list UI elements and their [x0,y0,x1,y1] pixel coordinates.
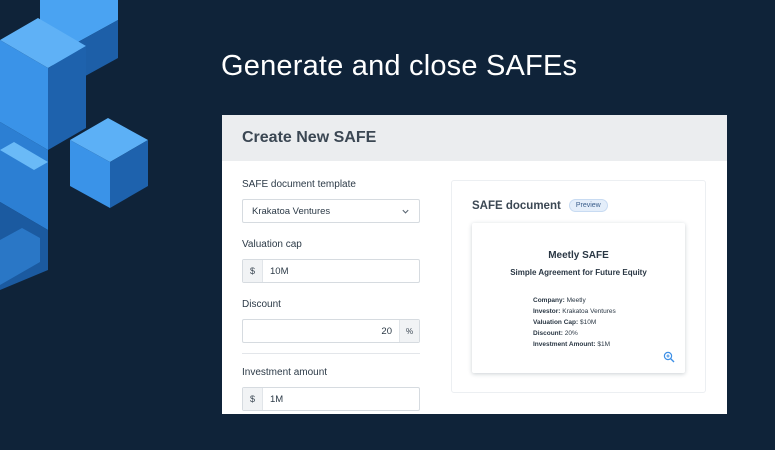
investment-amount-input[interactable]: $ 1M [242,387,420,411]
currency-prefix: $ [243,260,263,282]
form-divider [242,353,420,354]
document-subtitle: Simple Agreement for Future Equity [510,268,647,277]
document-panel: SAFE document Preview Meetly SAFE Simple… [451,180,706,393]
template-group: SAFE document template Krakatoa Ventures [242,179,420,223]
document-field: Investment Amount: $1M [533,341,611,348]
currency-prefix: $ [243,388,263,410]
document-field: Company: Meetly [533,297,586,304]
investment-label: Investment amount [242,367,328,378]
zoom-in-icon[interactable] [663,351,675,363]
create-safe-card: Create New SAFE SAFE document template K… [222,115,727,414]
template-select[interactable]: Krakatoa Ventures [242,199,420,223]
valuation-group: Valuation cap $ 10M [242,239,420,283]
template-selected-value: Krakatoa Ventures [252,205,331,217]
document-name: Meetly SAFE [548,250,609,261]
card-header: Create New SAFE [222,115,727,161]
discount-group: Discount 20 % [242,299,420,343]
document-title: SAFE document [472,199,561,212]
document-preview[interactable]: Meetly SAFE Simple Agreement for Future … [472,223,685,373]
percent-suffix: % [399,320,419,342]
discount-value[interactable]: 20 [243,320,399,342]
card-title: Create New SAFE [242,129,377,146]
cube-decoration [0,0,148,290]
valuation-cap-input[interactable]: $ 10M [242,259,420,283]
document-field: Valuation Cap: $10M [533,319,597,326]
document-field: Investor: Krakatoa Ventures [533,308,616,315]
chevron-down-icon [402,209,409,214]
safe-form: SAFE document template Krakatoa Ventures… [242,179,420,427]
discount-input[interactable]: 20 % [242,319,420,343]
discount-label: Discount [242,299,281,310]
document-fields: Company: Meetly Investor: Krakatoa Ventu… [533,297,616,352]
document-field: Discount: 20% [533,330,578,337]
page-headline: Generate and close SAFEs [221,50,578,82]
valuation-label: Valuation cap [242,239,302,250]
valuation-cap-value[interactable]: 10M [263,260,419,282]
document-header: SAFE document Preview [472,199,608,212]
template-label: SAFE document template [242,179,356,190]
investment-group: Investment amount $ 1M [242,367,420,411]
preview-badge: Preview [568,199,608,212]
investment-amount-value[interactable]: 1M [263,388,419,410]
